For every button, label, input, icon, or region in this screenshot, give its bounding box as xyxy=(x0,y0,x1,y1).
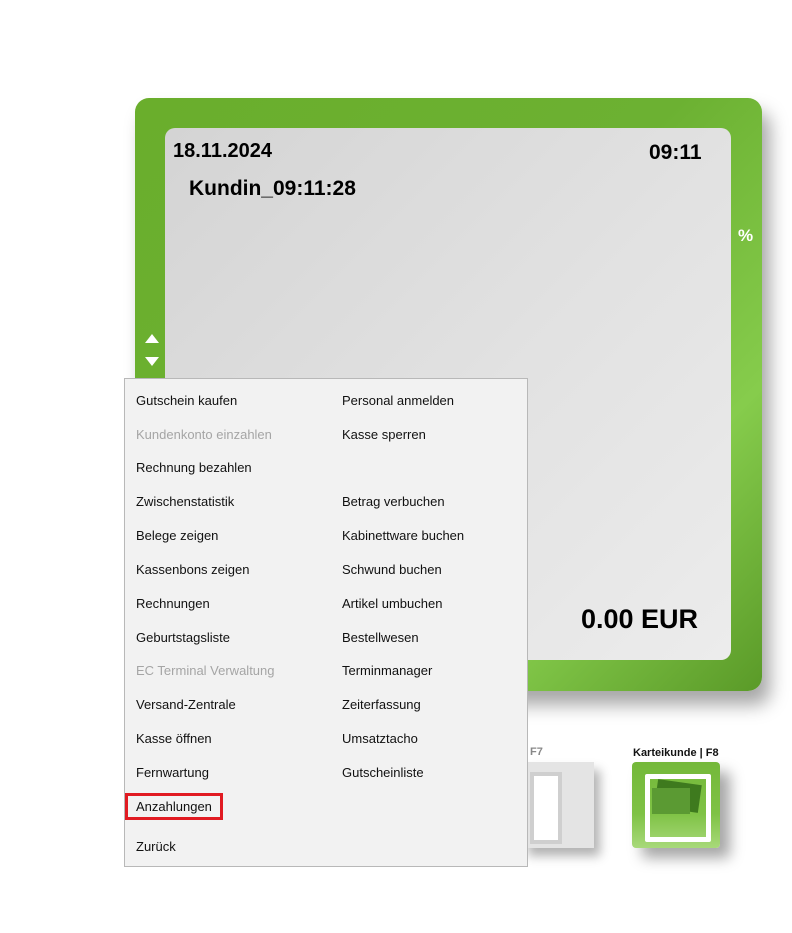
f7-button-label: F7 xyxy=(530,746,543,758)
menu-item-bestellwesen[interactable]: Bestellwesen xyxy=(342,630,419,645)
menu-item-kundenkonto-einzahlen: Kundenkonto einzahlen xyxy=(136,427,272,442)
menu-item-rechnung-bezahlen[interactable]: Rechnung bezahlen xyxy=(136,460,252,475)
menu-item-kasse-sperren[interactable]: Kasse sperren xyxy=(342,427,426,442)
menu-item-zeiterfassung[interactable]: Zeiterfassung xyxy=(342,697,421,712)
menu-item-personal-anmelden[interactable]: Personal anmelden xyxy=(342,393,454,408)
discount-percent-button[interactable]: % xyxy=(738,226,753,246)
menu-item-fernwartung[interactable]: Fernwartung xyxy=(136,765,209,780)
time-display: 09:11 xyxy=(649,141,702,164)
menu-item-betrag-verbuchen[interactable]: Betrag verbuchen xyxy=(342,494,445,509)
menu-item-kasse-oeffnen[interactable]: Kasse öffnen xyxy=(136,731,212,746)
menu-item-umsatztacho[interactable]: Umsatztacho xyxy=(342,731,418,746)
menu-item-versand-zentrale[interactable]: Versand-Zentrale xyxy=(136,697,236,712)
menu-item-gutschein-kaufen[interactable]: Gutschein kaufen xyxy=(136,393,237,408)
menu-item-schwund-buchen[interactable]: Schwund buchen xyxy=(342,562,442,577)
menu-item-artikel-umbuchen[interactable]: Artikel umbuchen xyxy=(342,596,442,611)
menu-item-kassenbons-zeigen[interactable]: Kassenbons zeigen xyxy=(136,562,249,577)
menu-item-geburtstagsliste[interactable]: Geburtstagsliste xyxy=(136,630,230,645)
document-icon xyxy=(530,772,562,844)
karteikunde-button[interactable] xyxy=(632,762,720,848)
card-frame-icon xyxy=(645,774,711,842)
total-amount: 0.00 EUR xyxy=(581,604,699,634)
menu-item-gutscheinliste[interactable]: Gutscheinliste xyxy=(342,765,424,780)
karteikunde-button-label: Karteikunde | F8 xyxy=(633,747,719,759)
menu-item-rechnungen[interactable]: Rechnungen xyxy=(136,596,210,611)
menu-item-zurueck[interactable]: Zurück xyxy=(136,839,176,854)
f7-button[interactable] xyxy=(522,762,594,848)
context-menu: Gutschein kaufen Kundenkonto einzahlen Rec… xyxy=(124,378,528,867)
menu-item-anzahlungen[interactable]: Anzahlungen xyxy=(125,793,223,820)
scroll-down-icon[interactable] xyxy=(145,357,159,366)
menu-item-zwischenstatistik[interactable]: Zwischenstatistik xyxy=(136,494,234,509)
menu-item-kabinettware-buchen[interactable]: Kabinettware buchen xyxy=(342,528,464,543)
menu-item-terminmanager[interactable]: Terminmanager xyxy=(342,663,432,678)
date-display: 18.11.2024 xyxy=(173,140,272,162)
menu-item-ec-terminal-verwaltung: EC Terminal Verwaltung xyxy=(136,663,275,678)
customer-name: Kundin_09:11:28 xyxy=(189,177,356,200)
menu-item-belege-zeigen[interactable]: Belege zeigen xyxy=(136,528,218,543)
scroll-up-icon[interactable] xyxy=(145,334,159,343)
